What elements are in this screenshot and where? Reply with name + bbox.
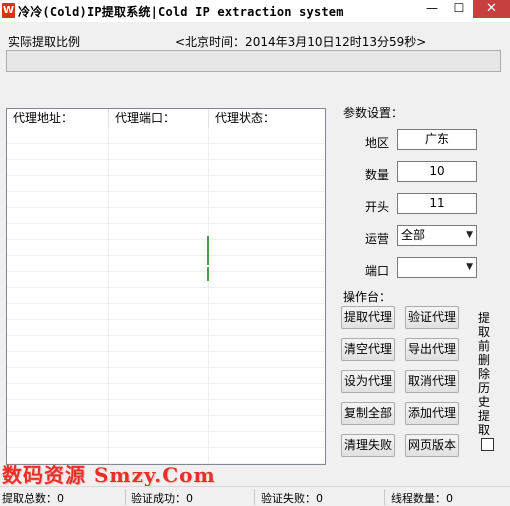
column-divider [108,128,109,464]
column-resize-marker [207,236,209,265]
cancel-proxy-button[interactable]: 取消代理 [405,370,459,393]
prefix-field[interactable]: 11 [397,193,477,214]
extraction-progress-bar [6,50,501,72]
beijing-time-clock: <北京时间：2014年3月10日12时13分59秒> [175,35,427,49]
minimize-button[interactable]: — [419,0,445,18]
carrier-label: 运营 [365,232,390,246]
web-version-button[interactable]: 网页版本 [405,434,459,457]
carrier-select[interactable]: 全部 ▼ [397,225,477,246]
watermark-text: 数码资源 Smzy.Com [2,463,216,487]
count-label: 数量 [365,168,390,182]
status-separator [254,489,255,505]
close-button[interactable]: ✕ [473,0,510,18]
proxy-list-header: 代理地址： 代理端口： 代理状态： [7,109,325,128]
status-separator [384,489,385,505]
column-header-status[interactable]: 代理状态： [208,109,325,128]
status-verified-fail: 验证失败：0 [261,492,323,505]
app-logo-icon: W [2,3,15,18]
column-header-address[interactable]: 代理地址： [7,109,108,128]
export-proxy-button[interactable]: 导出代理 [405,338,459,361]
proxy-list[interactable]: 代理地址： 代理端口： 代理状态： [6,108,326,465]
column-divider [208,128,209,464]
port-select[interactable]: ▼ [397,257,477,278]
delete-history-label: 提取前删除历史提取 [478,311,491,437]
status-verified-ok: 验证成功：0 [131,492,193,505]
count-field[interactable]: 10 [397,161,477,182]
clean-failed-button[interactable]: 清理失败 [341,434,395,457]
status-separator [125,489,126,505]
extraction-ratio-label: 实际提取比例 [8,35,81,49]
clear-proxy-button[interactable]: 清空代理 [341,338,395,361]
list-grid-lines [7,128,325,464]
port-label: 端口 [365,264,390,278]
maximize-button[interactable]: ☐ [446,0,472,18]
add-proxy-button[interactable]: 添加代理 [405,402,459,425]
column-header-port[interactable]: 代理端口： [108,109,208,128]
verify-proxy-button[interactable]: 验证代理 [405,306,459,329]
status-bar: 提取总数：0 验证成功：0 验证失败：0 线程数量：0 [0,486,510,506]
region-field[interactable]: 广东 [397,129,477,150]
window-title: 冷冷(Cold)IP提取系统|Cold IP extraction system [18,5,344,19]
region-label: 地区 [365,136,390,150]
title-bar: W 冷冷(Cold)IP提取系统|Cold IP extraction syst… [0,0,510,22]
chevron-down-icon: ▼ [466,262,473,272]
column-resize-marker [207,267,209,281]
ops-section-title: 操作台： [343,290,392,304]
copy-all-button[interactable]: 复制全部 [341,402,395,425]
carrier-select-value: 全部 [401,228,426,242]
params-section-title: 参数设置： [343,106,404,120]
delete-history-checkbox[interactable] [481,438,494,451]
status-total: 提取总数：0 [2,492,64,505]
set-proxy-button[interactable]: 设为代理 [341,370,395,393]
chevron-down-icon: ▼ [466,230,473,240]
extract-proxy-button[interactable]: 提取代理 [341,306,395,329]
status-threads: 线程数量：0 [391,492,453,505]
prefix-label: 开头 [365,200,390,214]
